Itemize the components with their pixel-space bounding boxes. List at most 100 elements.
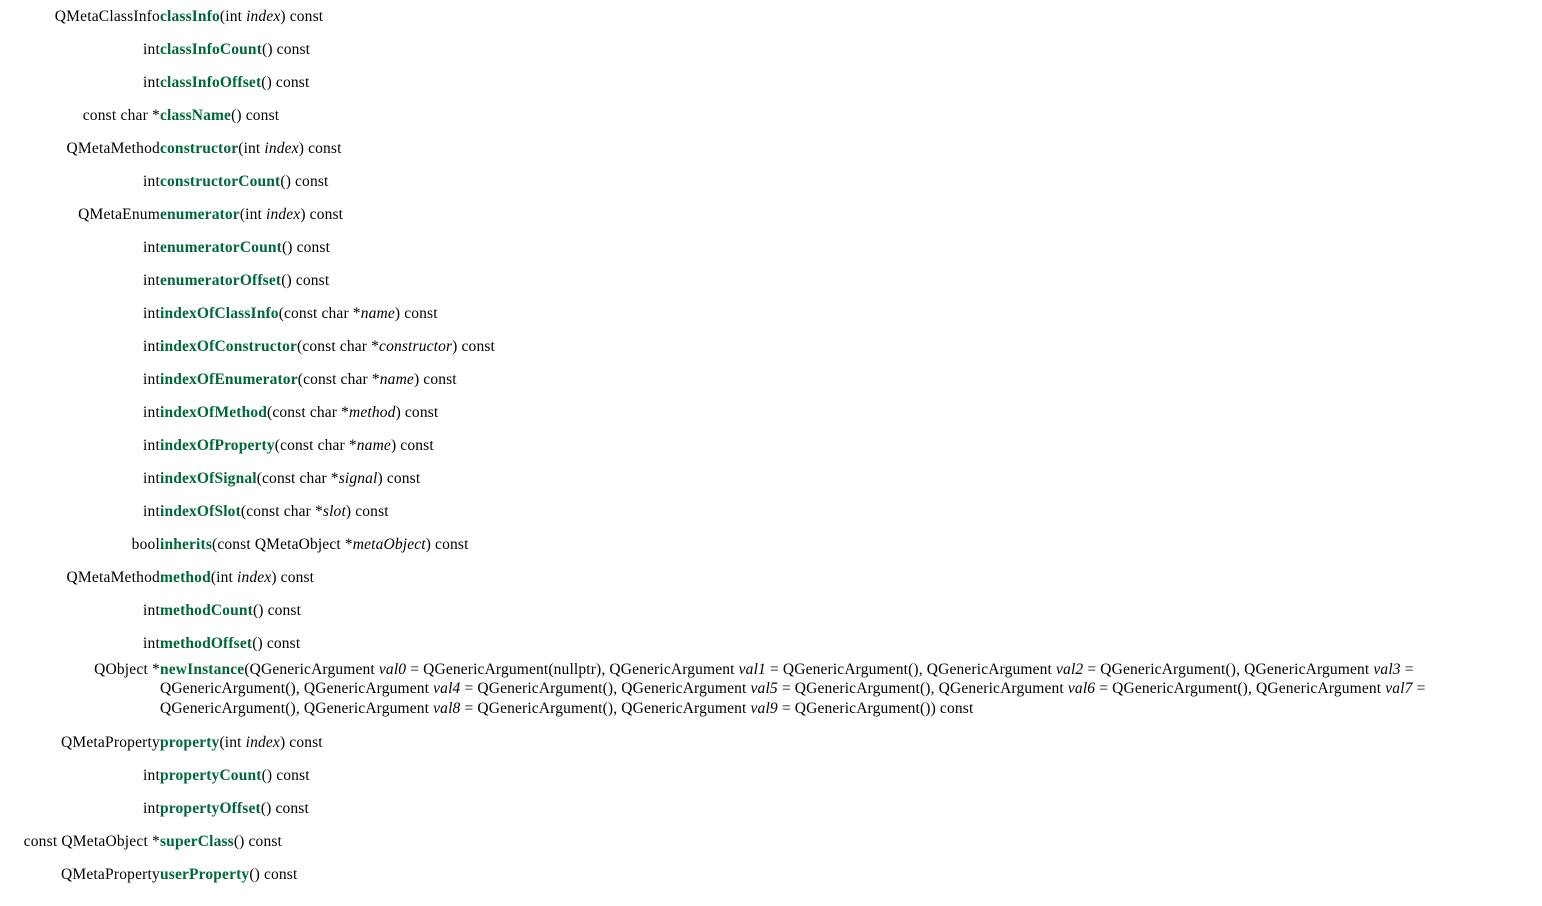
return-type: const QMetaObject * (23, 833, 160, 850)
function-name-link[interactable]: method (160, 569, 211, 586)
param-type: int (243, 140, 265, 157)
function-row: int indexOfClassInfo(const char *name) co… (0, 297, 1542, 330)
function-row: int enumeratorOffset() const (0, 264, 1542, 297)
param-type: QGenericArgument (609, 661, 739, 678)
function-name-link[interactable]: propertyCount (160, 767, 262, 784)
function-name-link[interactable]: propertyOffset (160, 800, 261, 817)
function-signature: enumerator(int index) const (160, 198, 1542, 231)
param-default: = QGenericArgument(), (460, 699, 622, 717)
const-qualifier: const (400, 404, 439, 421)
public-functions-table: QMetaClassInfo classInfo(int index) const… (0, 0, 1542, 891)
const-qualifier: const (271, 74, 310, 91)
param-name: val7 (1385, 680, 1413, 698)
param-name: val6 (1067, 680, 1096, 698)
return-type: int (143, 800, 160, 817)
param-name: slot (322, 503, 346, 520)
param-name: val2 (1056, 661, 1084, 678)
function-name-link[interactable]: classInfoCount (160, 41, 262, 58)
param-type: QGenericArgument (621, 680, 751, 698)
param-name: val9 (750, 699, 778, 717)
return-type: QMetaProperty (60, 734, 160, 751)
param-type: const char * (284, 305, 361, 322)
param-type: int (216, 569, 237, 586)
function-row: QMetaMethod method(int index) const (0, 561, 1542, 594)
function-signature: methodCount() const (160, 594, 1542, 627)
function-name-link[interactable]: inherits (160, 536, 212, 553)
const-qualifier: const (351, 503, 389, 520)
function-signature: indexOfSignal(const char *signal) const (160, 462, 1542, 495)
function-name-link[interactable]: indexOfProperty (160, 437, 275, 454)
function-row: int propertyOffset() const (0, 792, 1542, 825)
param-default: = QGenericArgument(), (1095, 680, 1257, 698)
param-name: index (264, 140, 299, 157)
function-name-link[interactable]: indexOfMethod (160, 404, 267, 421)
param-default: = QGenericArgument(), (777, 680, 939, 698)
function-row: int propertyCount() const (0, 759, 1542, 792)
function-name-link[interactable]: indexOfEnumerator (160, 371, 298, 388)
return-type: int (143, 437, 160, 454)
function-signature: superClass() const (160, 825, 1542, 858)
param-default: = QGenericArgument(), (1083, 661, 1245, 678)
param-name: val5 (750, 680, 778, 698)
param-default: = QGenericArgument() (777, 699, 931, 717)
return-type: bool (131, 536, 160, 553)
return-type: QMetaEnum (78, 206, 160, 223)
return-type: int (143, 305, 160, 322)
function-name-link[interactable]: indexOfClassInfo (160, 305, 279, 322)
return-type: int (143, 272, 160, 289)
return-type: int (143, 767, 160, 784)
function-name-link[interactable]: enumeratorCount (160, 239, 282, 256)
param-type: QGenericArgument (1244, 661, 1374, 678)
const-qualifier: const (935, 699, 974, 717)
param-type: int (224, 734, 246, 751)
function-name-link[interactable]: property (160, 734, 219, 751)
function-name-link[interactable]: methodCount (160, 602, 253, 619)
function-name-link[interactable]: superClass (160, 833, 234, 850)
return-type: int (143, 371, 160, 388)
param-name: name (356, 437, 391, 454)
const-qualifier: const (396, 437, 434, 454)
const-qualifier: const (272, 41, 311, 58)
function-signature: enumeratorCount() const (160, 231, 1542, 264)
return-type: QObject * (94, 661, 160, 678)
function-name-link[interactable]: constructor (160, 140, 238, 157)
function-name-link[interactable]: enumeratorOffset (160, 272, 281, 289)
function-name-link[interactable]: indexOfConstructor (160, 338, 297, 355)
param-type: QGenericArgument (303, 680, 434, 698)
function-row: int indexOfEnumerator(const char *name) c… (0, 363, 1542, 396)
function-name-link[interactable]: classInfo (160, 8, 220, 25)
function-name-link[interactable]: className (160, 107, 231, 124)
param-type: int (225, 8, 247, 25)
function-row: const QMetaObject * superClass() const (0, 825, 1542, 858)
function-row: int indexOfMethod(const char *method) con… (0, 396, 1542, 429)
function-row: QMetaEnum enumerator(int index) const (0, 198, 1542, 231)
const-qualifier: const (244, 833, 282, 850)
function-name-link[interactable]: classInfoOffset (160, 74, 261, 91)
param-type: const char * (262, 470, 339, 487)
function-name-link[interactable]: userProperty (160, 866, 249, 883)
function-signature: propertyCount() const (160, 759, 1542, 792)
function-signature: indexOfSlot(const char *slot) const (160, 495, 1542, 528)
function-signature: indexOfProperty(const char *name) const (160, 429, 1542, 462)
function-signature: property(int index) const (160, 726, 1542, 759)
const-qualifier: const (285, 8, 324, 25)
const-qualifier: const (292, 239, 331, 256)
return-type: int (143, 74, 160, 91)
function-name-link[interactable]: constructorCount (160, 173, 280, 190)
const-qualifier: const (382, 470, 421, 487)
function-name-link[interactable]: newInstance (160, 661, 244, 678)
function-row: bool inherits(const QMetaObject *metaObje… (0, 528, 1542, 561)
return-type: int (143, 41, 160, 58)
function-row: const char * className() const (0, 99, 1542, 132)
function-row: int methodOffset() const (0, 627, 1542, 660)
function-name-link[interactable]: methodOffset (160, 635, 252, 652)
function-row: int indexOfConstructor(const char *constr… (0, 330, 1542, 363)
function-signature: className() const (160, 99, 1542, 132)
function-signature: userProperty() const (160, 858, 1542, 891)
const-qualifier: const (291, 272, 330, 289)
function-name-link[interactable]: indexOfSlot (160, 503, 241, 520)
function-name-link[interactable]: indexOfSignal (160, 470, 257, 487)
function-row: int constructorCount() const (0, 165, 1542, 198)
function-name-link[interactable]: enumerator (160, 206, 240, 223)
function-signature: propertyOffset() const (160, 792, 1542, 825)
